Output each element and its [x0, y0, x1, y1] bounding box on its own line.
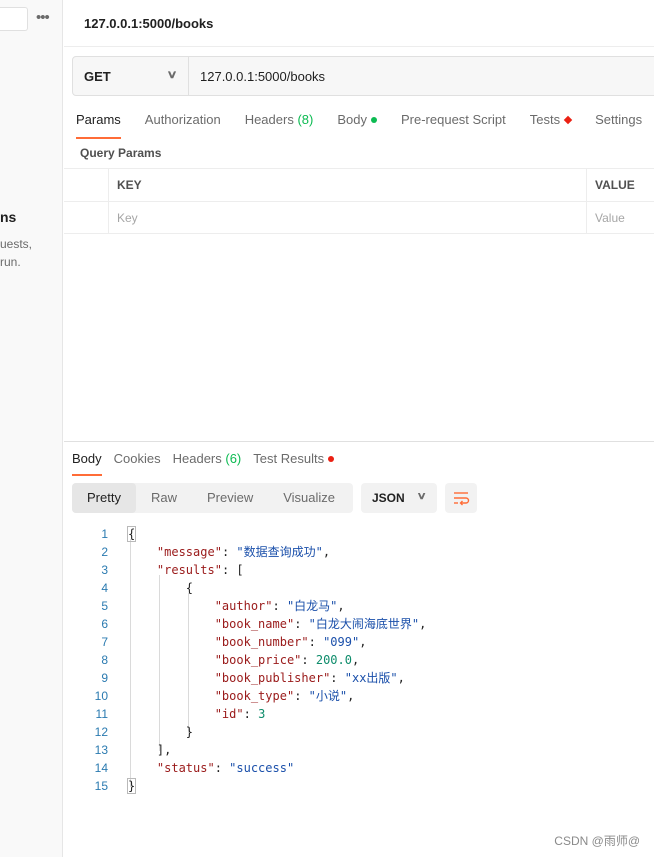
url-input[interactable]: 127.0.0.1:5000/books — [189, 57, 654, 95]
code-line: 6 "book_name": "白龙大闹海底世界", — [101, 617, 427, 631]
params-empty-row: Key Value — [64, 201, 654, 234]
view-mode-segmented: Pretty Raw Preview Visualize — [72, 483, 353, 513]
code-line: 8 "book_price": 200.0, — [101, 653, 360, 667]
view-visualize-button[interactable]: Visualize — [268, 483, 350, 513]
request-workspace: 127.0.0.1:5000/books GET ∨ 127.0.0.1:500… — [64, 0, 654, 857]
format-select[interactable]: JSON ∨ — [361, 483, 437, 513]
response-tabs: Body Cookies Headers (6) Test Results — [72, 450, 346, 476]
code-line: 10 "book_type": "小说", — [94, 689, 355, 703]
code-line: 14 "status": "success" — [94, 761, 295, 775]
code-line: 7 "book_number": "099", — [101, 635, 367, 649]
param-value-input[interactable]: Value — [587, 202, 654, 233]
chevron-down-icon: ∨ — [416, 491, 427, 502]
response-tab-headers[interactable]: Headers (6) — [173, 450, 242, 476]
params-table: KEY VALUE Key Value — [64, 168, 654, 234]
key-column-header: KEY — [109, 169, 587, 201]
code-line: 9 "book_publisher": "xx出版", — [101, 671, 405, 685]
view-preview-button[interactable]: Preview — [192, 483, 268, 513]
tab-settings[interactable]: Settings — [595, 109, 642, 139]
tab-params[interactable]: Params — [76, 109, 121, 139]
request-tabs: Params Authorization Headers (8) Body Pr… — [76, 109, 654, 139]
code-line: 11 "id": 3 — [95, 707, 266, 721]
headers-count: (8) — [297, 112, 314, 127]
tab-headers[interactable]: Headers (8) — [245, 109, 314, 139]
response-body-editor[interactable]: 1{ 2 "message": "数据查询成功", 3 "results": [… — [64, 525, 654, 795]
response-headers-count: (6) — [225, 451, 242, 466]
tab-body[interactable]: Body — [337, 109, 377, 139]
test-results-indicator-dot-icon — [328, 455, 335, 462]
sidebar-empty-heading: ns — [0, 209, 17, 225]
code-line: 2 "message": "数据查询成功", — [101, 545, 331, 559]
params-header-row: KEY VALUE — [64, 168, 654, 201]
chevron-down-icon: ∨ — [166, 69, 178, 81]
tests-indicator-diamond-icon — [563, 115, 573, 124]
value-column-header: VALUE — [595, 178, 635, 192]
method-select[interactable]: GET ∨ — [73, 57, 189, 95]
wrap-lines-button[interactable] — [445, 483, 477, 513]
code-line: 3 "results": [ — [101, 563, 244, 577]
code-line: 13 ], — [94, 743, 172, 757]
view-raw-button[interactable]: Raw — [136, 483, 192, 513]
response-tab-test-results[interactable]: Test Results — [253, 450, 335, 476]
tab-tests[interactable]: Tests — [530, 109, 573, 139]
code-line: 5 "author": "白龙马", — [101, 599, 345, 613]
format-value: JSON — [372, 491, 405, 505]
response-tab-cookies[interactable]: Cookies — [114, 450, 161, 476]
tab-pre-request-script[interactable]: Pre-request Script — [401, 109, 506, 139]
code-line: 12 } — [94, 725, 194, 739]
tab-authorization[interactable]: Authorization — [145, 109, 221, 139]
request-title[interactable]: 127.0.0.1:5000/books — [84, 16, 213, 31]
param-key-input[interactable]: Key — [109, 202, 587, 233]
code-line: 1{ — [101, 526, 137, 542]
code-line: 15} — [94, 778, 137, 794]
body-indicator-dot-icon — [370, 116, 377, 123]
code-line: 4 { — [101, 581, 194, 595]
sidebar-search-input[interactable] — [0, 7, 28, 31]
sidebar-empty-text-line1: uests, — [0, 237, 33, 251]
response-tab-body[interactable]: Body — [72, 450, 102, 476]
collections-sidebar: ••• ns uests, run. — [0, 0, 63, 857]
query-params-title: Query Params — [80, 146, 162, 160]
method-value: GET — [84, 68, 111, 84]
row-checkbox — [64, 202, 109, 233]
response-divider[interactable] — [64, 441, 654, 442]
divider — [64, 46, 654, 47]
checkbox-column — [64, 169, 109, 201]
url-bar: GET ∨ 127.0.0.1:5000/books — [72, 56, 654, 96]
view-pretty-button[interactable]: Pretty — [72, 483, 136, 513]
wrap-lines-icon — [454, 492, 470, 506]
watermark: CSDN @雨师@ — [554, 834, 640, 848]
ellipsis-icon[interactable]: ••• — [36, 9, 50, 26]
sidebar-empty-text-line2: run. — [0, 255, 21, 269]
